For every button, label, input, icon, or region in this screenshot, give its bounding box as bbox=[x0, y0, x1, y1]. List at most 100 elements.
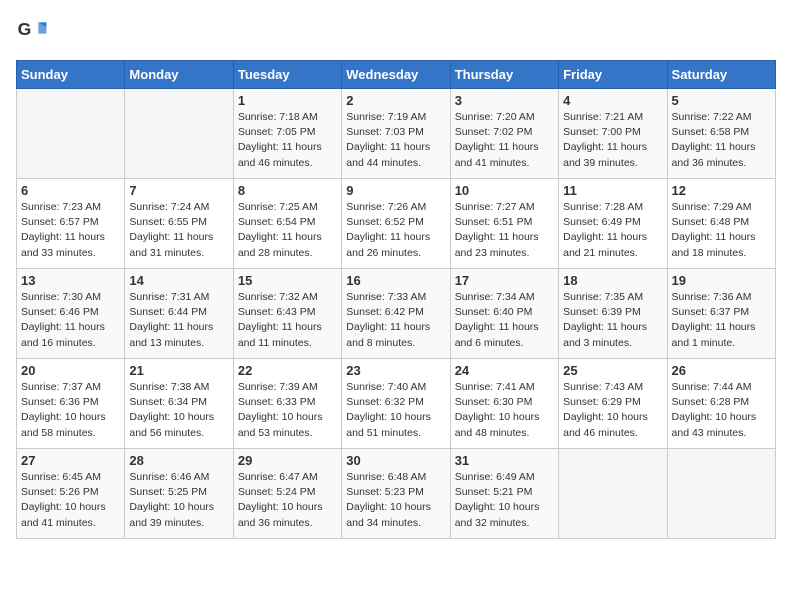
day-info: Sunrise: 6:48 AM Sunset: 5:23 PM Dayligh… bbox=[346, 470, 445, 531]
day-number: 5 bbox=[672, 93, 771, 108]
calendar-cell: 26 Sunrise: 7:44 AM Sunset: 6:28 PM Dayli… bbox=[667, 359, 775, 449]
calendar-week-4: 20 Sunrise: 7:37 AM Sunset: 6:36 PM Dayli… bbox=[17, 359, 776, 449]
day-info: Sunrise: 7:38 AM Sunset: 6:34 PM Dayligh… bbox=[129, 380, 228, 441]
day-number: 21 bbox=[129, 363, 228, 378]
day-info: Sunrise: 7:34 AM Sunset: 6:40 PM Dayligh… bbox=[455, 290, 554, 351]
day-info: Sunrise: 7:32 AM Sunset: 6:43 PM Dayligh… bbox=[238, 290, 337, 351]
day-number: 22 bbox=[238, 363, 337, 378]
calendar-cell: 22 Sunrise: 7:39 AM Sunset: 6:33 PM Dayli… bbox=[233, 359, 341, 449]
calendar-cell: 7 Sunrise: 7:24 AM Sunset: 6:55 PM Daylig… bbox=[125, 179, 233, 269]
day-number: 27 bbox=[21, 453, 120, 468]
calendar-cell: 6Sunrise: 7:23 AM Sunset: 6:57 PM Daylig… bbox=[17, 179, 125, 269]
day-number: 18 bbox=[563, 273, 662, 288]
day-info: Sunrise: 7:41 AM Sunset: 6:30 PM Dayligh… bbox=[455, 380, 554, 441]
day-info: Sunrise: 7:20 AM Sunset: 7:02 PM Dayligh… bbox=[455, 110, 554, 171]
calendar-week-1: 1 Sunrise: 7:18 AM Sunset: 7:05 PM Daylig… bbox=[17, 89, 776, 179]
day-info: Sunrise: 7:43 AM Sunset: 6:29 PM Dayligh… bbox=[563, 380, 662, 441]
day-number: 1 bbox=[238, 93, 337, 108]
day-info: Sunrise: 7:27 AM Sunset: 6:51 PM Dayligh… bbox=[455, 200, 554, 261]
logo: G bbox=[16, 16, 52, 48]
day-info: Sunrise: 7:44 AM Sunset: 6:28 PM Dayligh… bbox=[672, 380, 771, 441]
calendar-cell: 30Sunrise: 6:48 AM Sunset: 5:23 PM Dayli… bbox=[342, 449, 450, 539]
day-info: Sunrise: 7:33 AM Sunset: 6:42 PM Dayligh… bbox=[346, 290, 445, 351]
weekday-header-tuesday: Tuesday bbox=[233, 61, 341, 89]
day-info: Sunrise: 7:19 AM Sunset: 7:03 PM Dayligh… bbox=[346, 110, 445, 171]
calendar-week-2: 6Sunrise: 7:23 AM Sunset: 6:57 PM Daylig… bbox=[17, 179, 776, 269]
day-number: 31 bbox=[455, 453, 554, 468]
day-number: 23 bbox=[346, 363, 445, 378]
day-number: 3 bbox=[455, 93, 554, 108]
calendar-cell: 27 Sunrise: 6:45 AM Sunset: 5:26 PM Dayli… bbox=[17, 449, 125, 539]
calendar-cell: 3 Sunrise: 7:20 AM Sunset: 7:02 PM Daylig… bbox=[450, 89, 558, 179]
day-number: 15 bbox=[238, 273, 337, 288]
calendar-cell: 2 Sunrise: 7:19 AM Sunset: 7:03 PM Daylig… bbox=[342, 89, 450, 179]
calendar-cell: 12 Sunrise: 7:29 AM Sunset: 6:48 PM Dayli… bbox=[667, 179, 775, 269]
day-number: 8 bbox=[238, 183, 337, 198]
weekday-header-wednesday: Wednesday bbox=[342, 61, 450, 89]
day-number: 12 bbox=[672, 183, 771, 198]
page-header: G bbox=[16, 16, 776, 48]
day-info: Sunrise: 7:35 AM Sunset: 6:39 PM Dayligh… bbox=[563, 290, 662, 351]
day-number: 26 bbox=[672, 363, 771, 378]
day-info: Sunrise: 7:40 AM Sunset: 6:32 PM Dayligh… bbox=[346, 380, 445, 441]
day-number: 16 bbox=[346, 273, 445, 288]
calendar-cell: 8 Sunrise: 7:25 AM Sunset: 6:54 PM Daylig… bbox=[233, 179, 341, 269]
day-info: Sunrise: 7:29 AM Sunset: 6:48 PM Dayligh… bbox=[672, 200, 771, 261]
day-info: Sunrise: 7:37 AM Sunset: 6:36 PM Dayligh… bbox=[21, 380, 120, 441]
calendar-cell: 9Sunrise: 7:26 AM Sunset: 6:52 PM Daylig… bbox=[342, 179, 450, 269]
calendar-table: SundayMondayTuesdayWednesdayThursdayFrid… bbox=[16, 60, 776, 539]
calendar-cell: 24 Sunrise: 7:41 AM Sunset: 6:30 PM Dayli… bbox=[450, 359, 558, 449]
weekday-header-monday: Monday bbox=[125, 61, 233, 89]
day-number: 20 bbox=[21, 363, 120, 378]
calendar-body: 1 Sunrise: 7:18 AM Sunset: 7:05 PM Daylig… bbox=[17, 89, 776, 539]
day-number: 2 bbox=[346, 93, 445, 108]
calendar-cell: 5 Sunrise: 7:22 AM Sunset: 6:58 PM Daylig… bbox=[667, 89, 775, 179]
calendar-cell bbox=[125, 89, 233, 179]
day-info: Sunrise: 6:46 AM Sunset: 5:25 PM Dayligh… bbox=[129, 470, 228, 531]
calendar-week-5: 27 Sunrise: 6:45 AM Sunset: 5:26 PM Dayli… bbox=[17, 449, 776, 539]
day-info: Sunrise: 7:21 AM Sunset: 7:00 PM Dayligh… bbox=[563, 110, 662, 171]
day-info: Sunrise: 6:45 AM Sunset: 5:26 PM Dayligh… bbox=[21, 470, 120, 531]
day-number: 17 bbox=[455, 273, 554, 288]
day-number: 28 bbox=[129, 453, 228, 468]
day-info: Sunrise: 7:24 AM Sunset: 6:55 PM Dayligh… bbox=[129, 200, 228, 261]
day-info: Sunrise: 7:22 AM Sunset: 6:58 PM Dayligh… bbox=[672, 110, 771, 171]
calendar-cell: 16 Sunrise: 7:33 AM Sunset: 6:42 PM Dayli… bbox=[342, 269, 450, 359]
day-info: Sunrise: 7:26 AM Sunset: 6:52 PM Dayligh… bbox=[346, 200, 445, 261]
day-info: Sunrise: 7:36 AM Sunset: 6:37 PM Dayligh… bbox=[672, 290, 771, 351]
logo-icon: G bbox=[16, 16, 48, 48]
day-number: 7 bbox=[129, 183, 228, 198]
day-number: 24 bbox=[455, 363, 554, 378]
day-number: 29 bbox=[238, 453, 337, 468]
calendar-cell: 29 Sunrise: 6:47 AM Sunset: 5:24 PM Dayli… bbox=[233, 449, 341, 539]
calendar-cell: 19Sunrise: 7:36 AM Sunset: 6:37 PM Dayli… bbox=[667, 269, 775, 359]
calendar-cell: 13Sunrise: 7:30 AM Sunset: 6:46 PM Dayli… bbox=[17, 269, 125, 359]
calendar-cell: 28 Sunrise: 6:46 AM Sunset: 5:25 PM Dayli… bbox=[125, 449, 233, 539]
calendar-cell: 21 Sunrise: 7:38 AM Sunset: 6:34 PM Dayli… bbox=[125, 359, 233, 449]
day-info: Sunrise: 7:28 AM Sunset: 6:49 PM Dayligh… bbox=[563, 200, 662, 261]
calendar-cell: 31 Sunrise: 6:49 AM Sunset: 5:21 PM Dayli… bbox=[450, 449, 558, 539]
day-info: Sunrise: 7:31 AM Sunset: 6:44 PM Dayligh… bbox=[129, 290, 228, 351]
calendar-cell: 11Sunrise: 7:28 AM Sunset: 6:49 PM Dayli… bbox=[559, 179, 667, 269]
weekday-header-row: SundayMondayTuesdayWednesdayThursdayFrid… bbox=[17, 61, 776, 89]
day-info: Sunrise: 6:49 AM Sunset: 5:21 PM Dayligh… bbox=[455, 470, 554, 531]
calendar-week-3: 13Sunrise: 7:30 AM Sunset: 6:46 PM Dayli… bbox=[17, 269, 776, 359]
calendar-header: SundayMondayTuesdayWednesdayThursdayFrid… bbox=[17, 61, 776, 89]
day-number: 10 bbox=[455, 183, 554, 198]
day-info: Sunrise: 7:23 AM Sunset: 6:57 PM Dayligh… bbox=[21, 200, 120, 261]
day-number: 13 bbox=[21, 273, 120, 288]
calendar-cell bbox=[17, 89, 125, 179]
calendar-cell: 20 Sunrise: 7:37 AM Sunset: 6:36 PM Dayli… bbox=[17, 359, 125, 449]
calendar-cell: 15 Sunrise: 7:32 AM Sunset: 6:43 PM Dayli… bbox=[233, 269, 341, 359]
day-info: Sunrise: 7:25 AM Sunset: 6:54 PM Dayligh… bbox=[238, 200, 337, 261]
weekday-header-sunday: Sunday bbox=[17, 61, 125, 89]
day-number: 25 bbox=[563, 363, 662, 378]
day-info: Sunrise: 6:47 AM Sunset: 5:24 PM Dayligh… bbox=[238, 470, 337, 531]
day-info: Sunrise: 7:39 AM Sunset: 6:33 PM Dayligh… bbox=[238, 380, 337, 441]
weekday-header-thursday: Thursday bbox=[450, 61, 558, 89]
svg-text:G: G bbox=[18, 19, 32, 39]
weekday-header-saturday: Saturday bbox=[667, 61, 775, 89]
calendar-cell: 17 Sunrise: 7:34 AM Sunset: 6:40 PM Dayli… bbox=[450, 269, 558, 359]
calendar-cell: 14Sunrise: 7:31 AM Sunset: 6:44 PM Dayli… bbox=[125, 269, 233, 359]
day-info: Sunrise: 7:18 AM Sunset: 7:05 PM Dayligh… bbox=[238, 110, 337, 171]
